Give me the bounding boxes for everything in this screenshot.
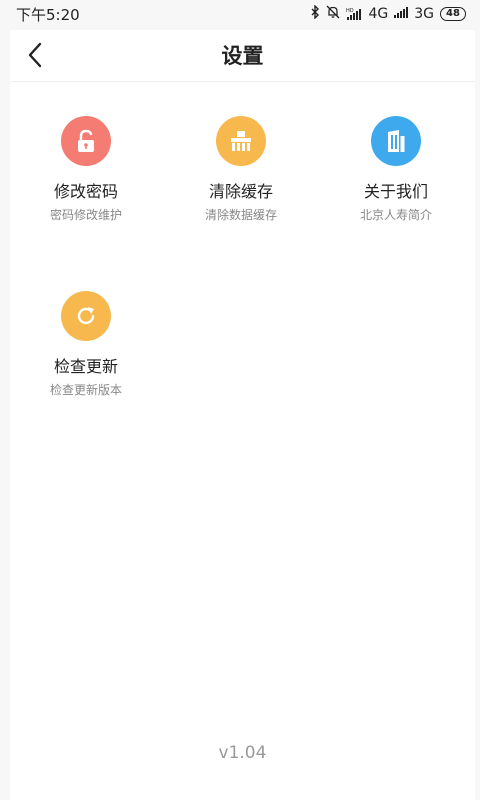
about-us-icon-circle [371, 116, 421, 166]
svg-text:HD: HD [346, 8, 354, 14]
about-us-title: 关于我们 [363, 182, 428, 201]
check-update-item[interactable]: 检查更新 检查更新版本 [11, 291, 161, 398]
about-us-subtitle: 北京人寿简介 [359, 208, 432, 222]
status-bar: 下午5:20 HD 4G 3G 48 [0, 0, 480, 30]
clear-cache-icon-circle [216, 116, 266, 166]
status-indicators: HD 4G 3G 48 [311, 4, 466, 23]
refresh-icon [77, 307, 95, 325]
clear-cache-title: 清除缓存 [208, 182, 273, 201]
mute-icon [326, 5, 340, 23]
network-type-2: 3G [414, 6, 434, 22]
status-time: 下午5:20 [16, 6, 80, 24]
network-type-1: 4G [368, 6, 389, 22]
check-update-subtitle: 检查更新版本 [49, 383, 122, 397]
hd-signal-icon: HD [346, 7, 362, 21]
about-us-item[interactable]: 关于我们 北京人寿简介 [321, 116, 471, 223]
brush-icon [231, 131, 251, 151]
unlock-icon [78, 129, 94, 152]
page-title: 设置 [221, 44, 264, 68]
change-password-title: 修改密码 [53, 182, 118, 201]
change-password-icon-circle [61, 116, 111, 166]
header-bar: 设置 [10, 30, 475, 82]
check-update-title: 检查更新 [53, 357, 118, 376]
signal-icon [394, 6, 409, 22]
check-update-icon-circle [61, 291, 111, 341]
clear-cache-item[interactable]: 清除缓存 清除数据缓存 [166, 116, 316, 223]
building-icon [388, 130, 405, 152]
change-password-item[interactable]: 修改密码 密码修改维护 [11, 116, 161, 223]
clear-cache-subtitle: 清除数据缓存 [204, 208, 277, 222]
change-password-subtitle: 密码修改维护 [49, 208, 122, 222]
settings-page: 设置 修改密码 密码修改维护 清除缓存 清除数据缓存 关于我们 北京人寿简介 检… [10, 30, 475, 800]
bluetooth-icon [311, 4, 320, 23]
version-label: v1.04 [218, 743, 267, 763]
app-frame: 下午5:20 HD 4G 3G 48 设置 修改密码 密码修改维护 清除缓存 清… [0, 0, 480, 800]
battery-icon: 48 [440, 7, 466, 21]
